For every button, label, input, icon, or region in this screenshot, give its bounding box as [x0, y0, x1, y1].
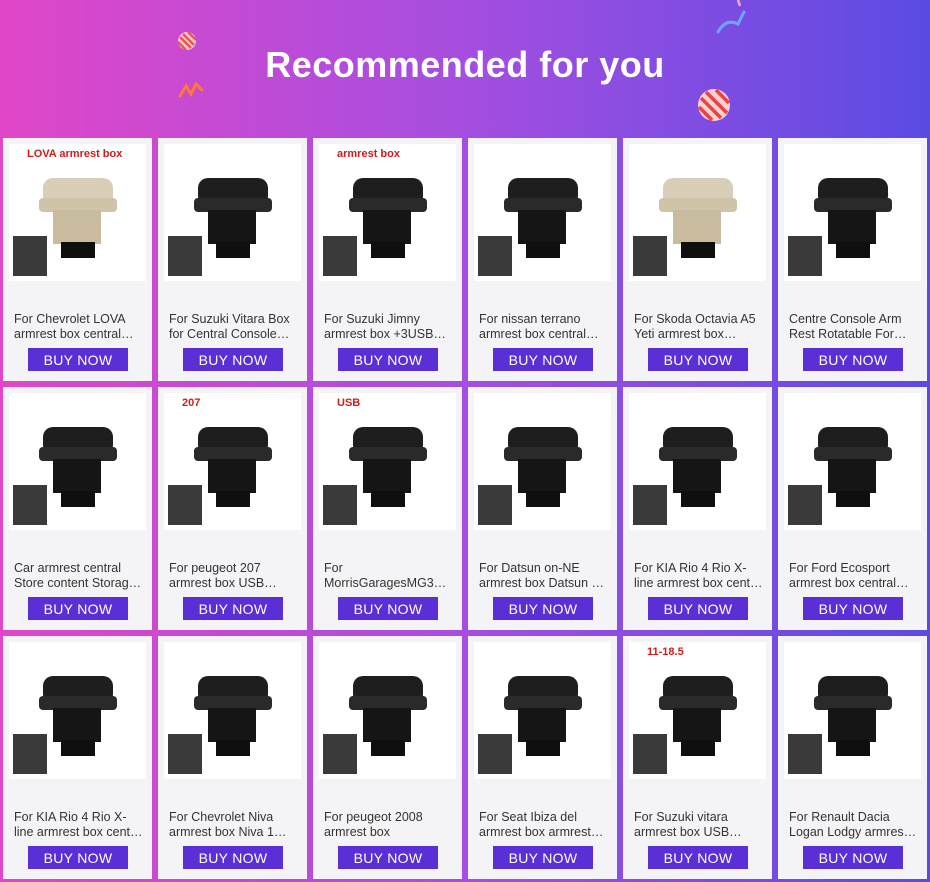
- product-image[interactable]: [474, 393, 611, 530]
- buy-now-button[interactable]: BUY NOW: [648, 348, 748, 371]
- buy-now-button[interactable]: BUY NOW: [183, 348, 283, 371]
- product-card[interactable]: For Renault Dacia Logan Lodgy armrest bo…: [778, 636, 927, 879]
- buy-now-button[interactable]: BUY NOW: [28, 597, 128, 620]
- image-caption: 207: [182, 397, 201, 409]
- buy-now-button[interactable]: BUY NOW: [338, 846, 438, 869]
- product-title[interactable]: For peugeot 207 armrest box USB central …: [169, 561, 299, 591]
- image-caption: armrest box: [337, 148, 400, 160]
- product-card[interactable]: For nissan terrano armrest box central s…: [468, 138, 617, 381]
- product-image[interactable]: [474, 144, 611, 281]
- image-caption: USB: [337, 397, 361, 409]
- product-title[interactable]: For KIA Rio 4 Rio X-line armrest box cen…: [634, 561, 764, 591]
- buy-now-button[interactable]: BUY NOW: [183, 597, 283, 620]
- product-title[interactable]: Centre Console Arm Rest Rotatable For Fo…: [789, 312, 919, 342]
- buy-now-button[interactable]: BUY NOW: [493, 846, 593, 869]
- buy-now-button[interactable]: BUY NOW: [28, 846, 128, 869]
- product-image[interactable]: [784, 144, 921, 281]
- product-card[interactable]: For KIA Rio 4 Rio X-line armrest box cen…: [3, 636, 152, 879]
- product-card[interactable]: armrest box For Suzuki Jimny armrest box …: [313, 138, 462, 381]
- buy-now-button[interactable]: BUY NOW: [803, 348, 903, 371]
- product-image[interactable]: USB: [319, 393, 456, 530]
- product-card[interactable]: For Seat Ibiza del armrest box armrest c…: [468, 636, 617, 879]
- product-card[interactable]: 207 For peugeot 207 armrest box USB centr…: [158, 387, 307, 630]
- buy-now-button[interactable]: BUY NOW: [338, 348, 438, 371]
- striped-ball-icon: [697, 88, 731, 122]
- buy-now-button[interactable]: BUY NOW: [803, 597, 903, 620]
- product-title[interactable]: For Chevrolet LOVA armrest box central s…: [14, 312, 144, 342]
- product-image[interactable]: [784, 393, 921, 530]
- product-title[interactable]: Car armrest central Store content Storag…: [14, 561, 144, 591]
- product-title[interactable]: For Suzuki Vitara Box for Central Consol…: [169, 312, 299, 342]
- product-title[interactable]: For nissan terrano armrest box central s…: [479, 312, 609, 342]
- product-card[interactable]: Car armrest central Store content Storag…: [3, 387, 152, 630]
- buy-now-button[interactable]: BUY NOW: [648, 597, 748, 620]
- product-image[interactable]: LOVA armrest box: [9, 144, 146, 281]
- product-card[interactable]: 11-18.5 For Suzuki vitara armrest box USB…: [623, 636, 772, 879]
- image-caption: LOVA armrest box: [27, 148, 123, 160]
- product-image[interactable]: [164, 642, 301, 779]
- product-title[interactable]: For KIA Rio 4 Rio X-line armrest box cen…: [14, 810, 144, 840]
- product-title[interactable]: For Suzuki vitara armrest box USB centra…: [634, 810, 764, 840]
- product-card[interactable]: For Skoda Octavia A5 Yeti armrest box ce…: [623, 138, 772, 381]
- streamer-icon: [716, 0, 746, 34]
- product-image[interactable]: [474, 642, 611, 779]
- product-image[interactable]: [319, 642, 456, 779]
- buy-now-button[interactable]: BUY NOW: [183, 846, 283, 869]
- product-title[interactable]: For Chevrolet Niva armrest box Niva 1 ce…: [169, 810, 299, 840]
- product-image[interactable]: [629, 393, 766, 530]
- page-title: Recommended for you: [265, 44, 665, 85]
- product-image[interactable]: 11-18.5: [629, 642, 766, 779]
- product-card[interactable]: For KIA Rio 4 Rio X-line armrest box cen…: [623, 387, 772, 630]
- product-title[interactable]: For Ford Ecosport armrest box central st…: [789, 561, 919, 591]
- recommend-header: Recommended for you: [0, 0, 930, 138]
- product-image[interactable]: [9, 393, 146, 530]
- product-card[interactable]: For peugeot 2008 armrest box BUY NOW: [313, 636, 462, 879]
- buy-now-button[interactable]: BUY NOW: [803, 846, 903, 869]
- product-card[interactable]: USB For MorrisGaragesMG3 armrest box BUY N…: [313, 387, 462, 630]
- product-image[interactable]: [164, 144, 301, 281]
- buy-now-button[interactable]: BUY NOW: [338, 597, 438, 620]
- product-card[interactable]: For Chevrolet Niva armrest box Niva 1 ce…: [158, 636, 307, 879]
- product-image[interactable]: [629, 144, 766, 281]
- product-card[interactable]: For Ford Ecosport armrest box central st…: [778, 387, 927, 630]
- product-title[interactable]: For Datsun on-NE armrest box Datsun mi-D…: [479, 561, 609, 591]
- buy-now-button[interactable]: BUY NOW: [493, 597, 593, 620]
- buy-now-button[interactable]: BUY NOW: [493, 348, 593, 371]
- product-image[interactable]: 207: [164, 393, 301, 530]
- product-title[interactable]: For Suzuki Jimny armrest box +3USB centr…: [324, 312, 454, 342]
- buy-now-button[interactable]: BUY NOW: [28, 348, 128, 371]
- product-title[interactable]: For peugeot 2008 armrest box: [324, 810, 454, 840]
- product-image[interactable]: [9, 642, 146, 779]
- product-title[interactable]: For MorrisGaragesMG3 armrest box: [324, 561, 454, 591]
- product-title[interactable]: For Seat Ibiza del armrest box armrest c…: [479, 810, 609, 840]
- product-image[interactable]: armrest box: [319, 144, 456, 281]
- product-card[interactable]: For Suzuki Vitara Box for Central Consol…: [158, 138, 307, 381]
- product-card[interactable]: Centre Console Arm Rest Rotatable For Fo…: [778, 138, 927, 381]
- product-card[interactable]: For Datsun on-NE armrest box Datsun mi-D…: [468, 387, 617, 630]
- product-title[interactable]: For Renault Dacia Logan Lodgy armrest bo…: [789, 810, 919, 840]
- product-title[interactable]: For Skoda Octavia A5 Yeti armrest box ce…: [634, 312, 764, 342]
- product-card[interactable]: LOVA armrest box For Chevrolet LOVA armre…: [3, 138, 152, 381]
- buy-now-button[interactable]: BUY NOW: [648, 846, 748, 869]
- image-caption: 11-18.5: [647, 646, 684, 658]
- product-image[interactable]: [784, 642, 921, 779]
- product-grid: LOVA armrest box For Chevrolet LOVA armre…: [3, 138, 927, 879]
